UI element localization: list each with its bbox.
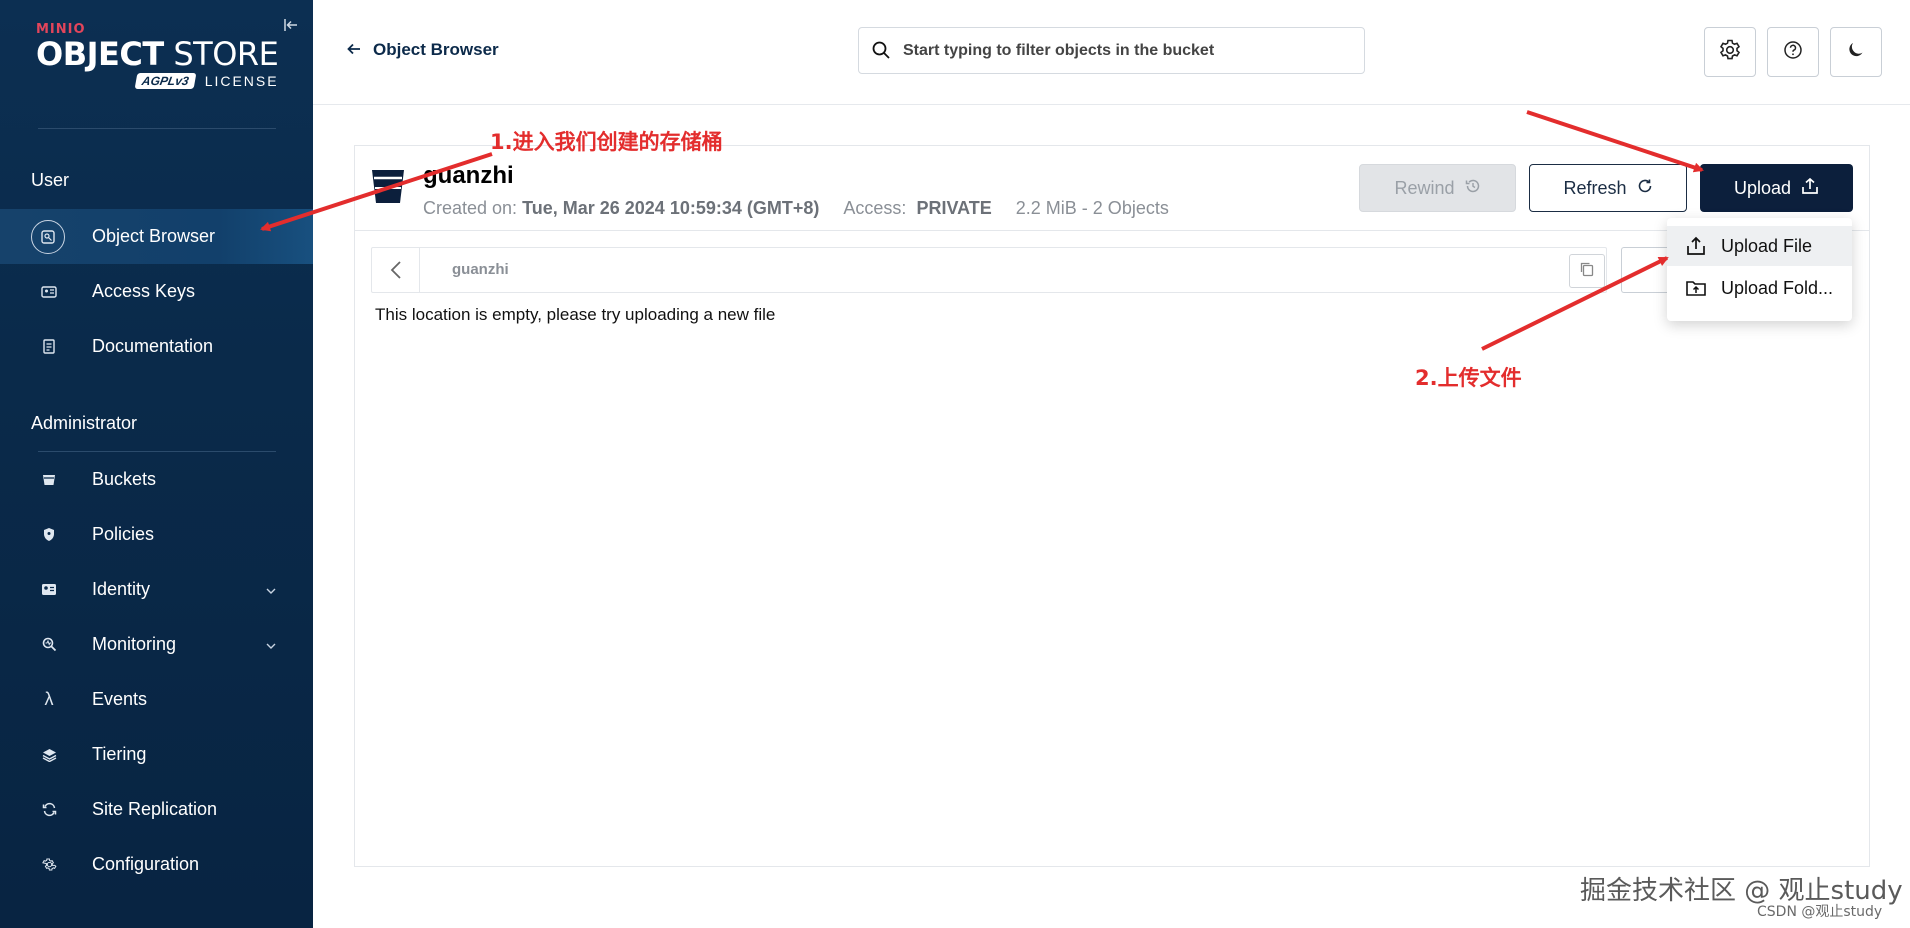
sidebar-item-site-replication[interactable]: Site Replication bbox=[0, 782, 313, 837]
monitor-icon bbox=[38, 634, 60, 656]
document-icon bbox=[38, 336, 60, 358]
upload-icon bbox=[1801, 177, 1819, 200]
help-icon bbox=[1783, 40, 1803, 65]
sidebar-item-events[interactable]: λ Events bbox=[0, 672, 313, 727]
sidebar-item-label: Monitoring bbox=[92, 634, 177, 654]
chevron-left-icon[interactable] bbox=[372, 248, 420, 292]
sidebar-item-identity[interactable]: Identity bbox=[0, 562, 313, 617]
layers-icon bbox=[38, 744, 60, 766]
menu-item-upload-file[interactable]: Upload File bbox=[1667, 226, 1852, 266]
sidebar-item-buckets[interactable]: Buckets bbox=[0, 452, 313, 507]
chevron-down-icon[interactable] bbox=[266, 638, 276, 652]
watermark-csdn: CSDN @观止study bbox=[1757, 904, 1883, 920]
search-bar[interactable] bbox=[858, 27, 1365, 74]
upload-folder-icon bbox=[1685, 277, 1707, 299]
collapse-sidebar-icon[interactable] bbox=[282, 16, 300, 34]
copy-path-button[interactable] bbox=[1569, 254, 1605, 288]
sidebar-item-label: Access Keys bbox=[92, 281, 196, 301]
sidebar-item-policies[interactable]: Policies bbox=[0, 507, 313, 562]
gear-icon bbox=[1718, 38, 1742, 67]
bucket-panel: guanzhi Created on: Tue, Mar 26 2024 10:… bbox=[354, 145, 1870, 867]
search-input[interactable] bbox=[903, 41, 1343, 60]
bucket-name: guanzhi bbox=[423, 162, 514, 189]
page-title: Object Browser bbox=[373, 40, 499, 59]
sidebar-item-configuration[interactable]: Configuration bbox=[0, 837, 313, 892]
moon-icon bbox=[1846, 40, 1866, 65]
sidebar-item-label: Site Replication bbox=[92, 799, 218, 819]
bucket-icon bbox=[38, 469, 60, 491]
bucket-size: 2.2 MiB - 2 Objects bbox=[1015, 198, 1169, 218]
key-icon bbox=[38, 281, 60, 303]
id-card-icon bbox=[38, 579, 60, 601]
agpl-badge: AGPLv3 bbox=[134, 73, 197, 89]
logo: MINIO OBJECT STORE AGPLv3 LICENSE bbox=[36, 22, 279, 89]
sidebar-item-documentation[interactable]: Documentation bbox=[0, 319, 313, 374]
sidebar-item-label: Identity bbox=[92, 579, 151, 599]
top-header: Object Browser bbox=[313, 0, 1910, 105]
sidebar-item-monitoring[interactable]: Monitoring bbox=[0, 617, 313, 672]
logo-license: AGPLv3 LICENSE bbox=[134, 73, 279, 89]
refresh-icon bbox=[1637, 178, 1653, 199]
annotation-step-2: 2.上传文件 bbox=[1415, 366, 1522, 390]
annotation-step-1: 1.进入我们创建的存储桶 bbox=[490, 130, 723, 154]
upload-file-icon bbox=[1685, 235, 1707, 257]
sidebar-item-access-keys[interactable]: Access Keys bbox=[0, 264, 313, 319]
help-button[interactable] bbox=[1767, 27, 1819, 77]
menu-item-upload-folder[interactable]: Upload Fold... bbox=[1667, 268, 1852, 308]
arrow-left-icon bbox=[347, 40, 361, 60]
search-icon bbox=[871, 40, 893, 62]
empty-message: This location is empty, please try uploa… bbox=[375, 305, 776, 324]
sidebar-item-label: Tiering bbox=[92, 744, 147, 764]
sidebar-item-tiering[interactable]: Tiering bbox=[0, 727, 313, 782]
sidebar: MINIO OBJECT STORE AGPLv3 LICENSE User O… bbox=[0, 0, 313, 928]
breadcrumb[interactable]: guanzhi bbox=[452, 261, 509, 278]
sidebar-item-label: Events bbox=[92, 689, 148, 709]
access-value: PRIVATE bbox=[916, 198, 992, 218]
settings-button[interactable] bbox=[1704, 27, 1756, 77]
sidebar-item-label: Policies bbox=[92, 524, 155, 544]
back-to-object-browser[interactable]: Object Browser bbox=[347, 40, 499, 60]
sidebar-item-label: Documentation bbox=[92, 336, 214, 356]
rewind-button: Rewind bbox=[1359, 164, 1516, 212]
upload-menu: Upload File Upload Fold... bbox=[1667, 218, 1852, 321]
shield-icon bbox=[38, 524, 60, 546]
upload-button[interactable]: Upload bbox=[1700, 164, 1853, 212]
section-admin-title: Administrator bbox=[31, 413, 138, 433]
logo-object-store: OBJECT STORE bbox=[36, 35, 279, 73]
bucket-header: guanzhi Created on: Tue, Mar 26 2024 10:… bbox=[355, 146, 1869, 231]
dark-mode-button[interactable] bbox=[1830, 27, 1882, 77]
sidebar-item-object-browser[interactable]: Object Browser bbox=[0, 209, 313, 264]
created-date: Tue, Mar 26 2024 10:59:34 (GMT+8) bbox=[522, 198, 820, 218]
sidebar-item-label: Object Browser bbox=[92, 226, 216, 246]
copy-icon bbox=[1579, 261, 1595, 282]
breadcrumb-bar: guanzhi bbox=[371, 247, 1607, 293]
gear-icon bbox=[38, 854, 60, 876]
refresh-button[interactable]: Refresh bbox=[1529, 164, 1687, 212]
chevron-down-icon[interactable] bbox=[266, 583, 276, 597]
bucket-icon bbox=[372, 170, 404, 203]
replication-icon bbox=[38, 799, 60, 821]
lambda-icon: λ bbox=[44, 689, 54, 709]
sidebar-divider bbox=[38, 128, 276, 129]
sidebar-item-label: Configuration bbox=[92, 854, 200, 874]
object-browser-icon bbox=[31, 219, 65, 254]
sidebar-item-label: Buckets bbox=[92, 469, 157, 489]
history-icon bbox=[1465, 178, 1481, 199]
section-user-title: User bbox=[31, 170, 70, 190]
bucket-meta: Created on: Tue, Mar 26 2024 10:59:34 (G… bbox=[423, 198, 1169, 218]
